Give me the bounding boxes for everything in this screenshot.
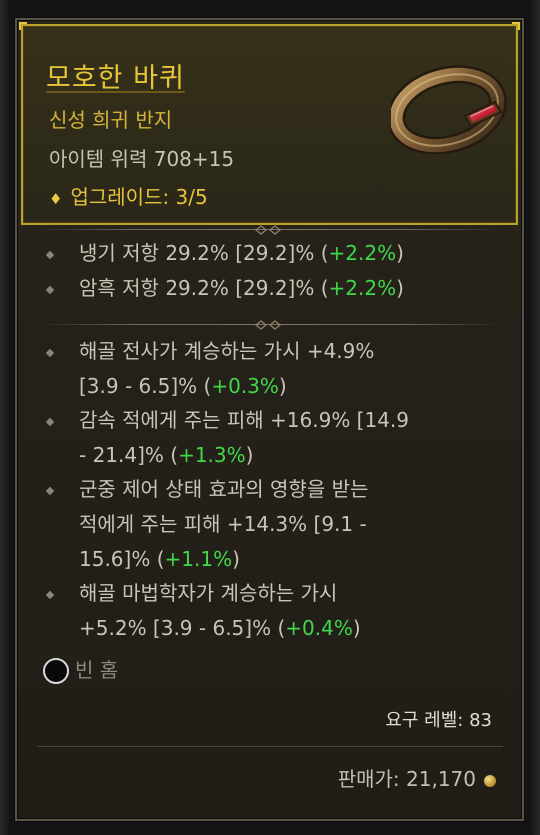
item-type: 신성 희귀 반지 — [49, 108, 173, 132]
affix-upgrade-bonus: +1.1% — [164, 547, 233, 571]
diamond-icon: ♦ — [49, 190, 63, 208]
socket-label: 빈 홈 — [75, 658, 119, 682]
item-tooltip: 모호한 바퀴 신성 희귀 반지 아이템 위력 708+15 ♦ 업그레이드: 3/… — [15, 18, 524, 821]
item-name: 모호한 바퀴 — [46, 63, 185, 94]
affix-upgrade-bonus: +2.2% — [328, 276, 397, 300]
sell-value-label: 판매가: 21,170 — [337, 767, 476, 791]
implicit-affix: 냉기 저항 29.2% [29.2]% (+2.2%) — [45, 236, 487, 271]
upgrade-status: ♦ 업그레이드: 3/5 — [49, 181, 208, 210]
empty-socket-icon — [43, 658, 69, 684]
gold-coin-icon — [484, 774, 496, 787]
affix: 해골 마법학자가 계승하는 가시 +5.2% [3.9 - 6.5]% (+0.4… — [45, 576, 487, 646]
affix: 해골 전사가 계승하는 가시 +4.9% [3.9 - 6.5]% (+0.3%) — [45, 334, 487, 404]
affix-upgrade-bonus: +0.4% — [285, 616, 353, 640]
section-divider — [37, 223, 502, 237]
affix: 감속 적에게 주는 피해 +16.9% [14.9- 21.4]% (+1.3%… — [45, 403, 487, 473]
affix: 군중 제어 상태 효과의 영향을 받는 적에게 주는 피해 +14.3% [9.1… — [45, 472, 487, 577]
implicit-affix: 암흑 저항 29.2% [29.2]% (+2.2%) — [45, 271, 487, 306]
level-requirement: 요구 레벨: 83 — [385, 710, 492, 731]
footer-divider — [37, 746, 503, 747]
tooltip-header: 모호한 바퀴 신성 희귀 반지 아이템 위력 708+15 ♦ 업그레이드: 3/… — [19, 22, 520, 225]
upgrade-label: 업그레이드: 3/5 — [70, 185, 208, 209]
affix-upgrade-bonus: +0.3% — [211, 374, 279, 398]
affix-upgrade-bonus: +2.2% — [328, 241, 397, 265]
frame-corner-ornament — [512, 22, 520, 30]
affix-upgrade-bonus: +1.3% — [178, 443, 246, 467]
frame-corner-ornament — [19, 22, 27, 30]
ring-icon — [391, 65, 507, 154]
section-divider — [37, 318, 502, 332]
sell-value: 판매가: 21,170 — [338, 763, 496, 792]
item-power: 아이템 위력 708+15 — [49, 147, 235, 171]
